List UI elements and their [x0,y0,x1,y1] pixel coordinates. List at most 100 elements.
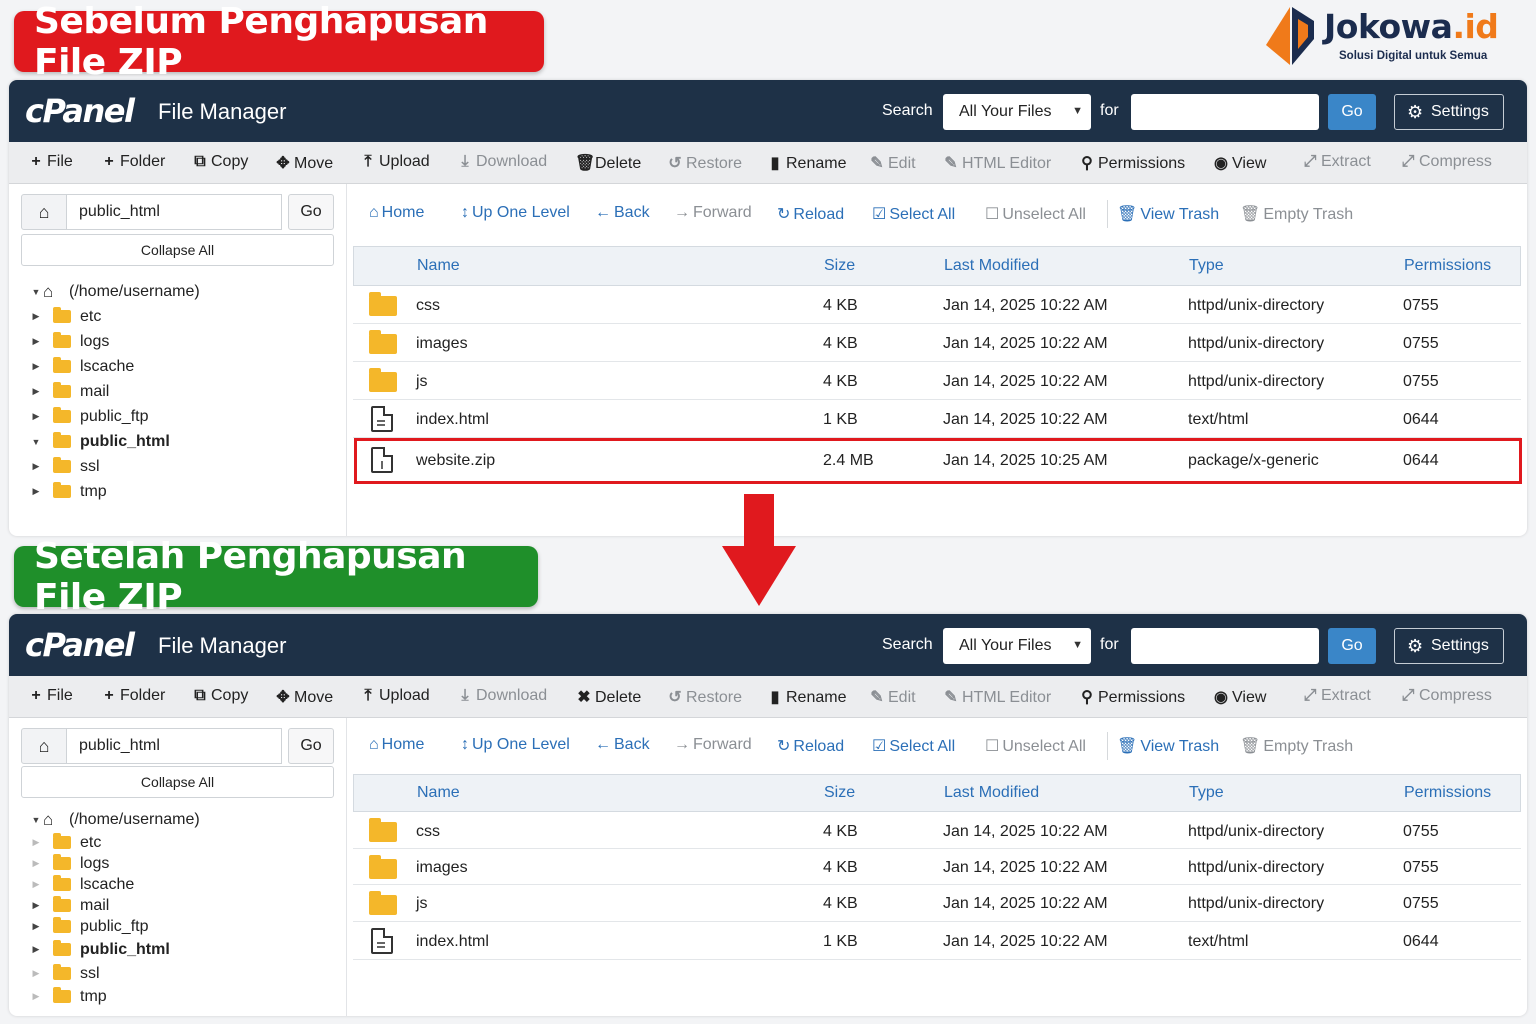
reload-button[interactable]: ↻ Reload [777,204,844,224]
forward-button[interactable]: → Forward [674,736,752,754]
search-go-button[interactable]: Go [1328,94,1376,130]
copy-button[interactable]: ⧉ Copy [191,687,248,705]
up-one-level-button[interactable]: ↕ Up One Level [461,736,570,754]
back-button[interactable]: ← Back [595,736,650,754]
table-row[interactable]: js 4 KB Jan 14, 2025 10:22 AM httpd/unix… [353,885,1521,922]
extract-button[interactable]: ⤢ Extract [1301,153,1371,171]
tree-item-ssl[interactable]: ▶ ssl [29,454,200,479]
column-permissions[interactable]: Permissions [1404,784,1491,802]
tree-item-etc[interactable]: ▶ etc [29,832,200,853]
select-all-button[interactable]: ☑ Select All [872,204,955,224]
permissions-button[interactable]: ⚲ Permissions [1078,153,1185,173]
column-last-modified[interactable]: Last Modified [944,784,1039,802]
home-icon[interactable]: ⌂ [21,194,67,230]
download-button[interactable]: ⤓ Download [456,687,547,705]
new-folder-button[interactable]: + Folder [100,153,165,171]
view-button[interactable]: ◉ View [1212,153,1266,173]
column-name[interactable]: Name [417,784,460,802]
new-file-button[interactable]: + File [27,153,72,171]
reload-button[interactable]: ↻ Reload [777,736,844,756]
restore-button[interactable]: ↺ Restore [666,687,742,707]
tree-item-public-ftp[interactable]: ▶ public_ftp [29,404,200,429]
settings-button[interactable]: ⚙ Settings [1394,628,1504,664]
tree-item-public-html[interactable]: ▼ public_html [29,429,200,454]
restore-button[interactable]: ↺ Restore [666,153,742,173]
table-row-highlighted[interactable]: website.zip 2.4 MB Jan 14, 2025 10:25 AM… [353,438,1522,484]
path-go-button[interactable]: Go [288,194,334,230]
upload-button[interactable]: ⤒ Upload [359,153,429,171]
move-button[interactable]: ✥ Move [274,153,333,173]
table-row[interactable]: js 4 KB Jan 14, 2025 10:22 AM httpd/unix… [353,362,1521,400]
download-button[interactable]: ⤓ Download [456,153,547,171]
edit-button[interactable]: ✎ Edit [868,153,915,173]
empty-trash-button[interactable]: 🗑 Empty Trash [1240,204,1353,224]
table-row[interactable]: images 4 KB Jan 14, 2025 10:22 AM httpd/… [353,324,1521,362]
move-button[interactable]: ✥ Move [274,687,333,707]
cpanel-logo[interactable]: cPanel [25,626,135,664]
tree-item-lscache[interactable]: ▶ lscache [29,354,200,379]
tree-item-etc[interactable]: ▶ etc [29,304,200,329]
search-go-button[interactable]: Go [1328,628,1376,664]
tree-item-logs[interactable]: ▶ logs [29,853,200,874]
forward-button[interactable]: → Forward [674,204,752,222]
unselect-all-button[interactable]: ☐ Unselect All [985,736,1086,756]
compress-button[interactable]: ⤢ Compress [1399,153,1492,171]
home-button[interactable]: ⌂ Home [369,204,424,222]
html-editor-button[interactable]: ✎ HTML Editor [942,153,1051,173]
column-last-modified[interactable]: Last Modified [944,257,1039,275]
rename-button[interactable]: ▮ Rename [766,153,847,173]
search-scope-select[interactable]: All Your Files ▼ [943,628,1091,664]
select-all-button[interactable]: ☑ Select All [872,736,955,756]
column-type[interactable]: Type [1189,784,1224,802]
table-row[interactable]: css 4 KB Jan 14, 2025 10:22 AM httpd/uni… [353,286,1521,324]
permissions-button[interactable]: ⚲ Permissions [1078,687,1185,707]
new-folder-button[interactable]: + Folder [100,687,165,705]
tree-root[interactable]: ▼ ⌂ (/home/username) [29,279,200,304]
copy-button[interactable]: ⧉ Copy [191,153,248,171]
html-editor-button[interactable]: ✎ HTML Editor [942,687,1051,707]
settings-button[interactable]: ⚙ Settings [1394,94,1504,130]
empty-trash-button[interactable]: 🗑 Empty Trash [1240,736,1353,756]
column-name[interactable]: Name [417,257,460,275]
view-trash-button[interactable]: 🗑 View Trash [1117,736,1219,756]
table-row[interactable]: index.html 1 KB Jan 14, 2025 10:22 AM te… [353,400,1521,438]
tree-item-public-ftp[interactable]: ▶ public_ftp [29,916,200,937]
tree-root[interactable]: ▼ ⌂ (/home/username) [29,807,200,832]
view-button[interactable]: ◉ View [1212,687,1266,707]
table-row[interactable]: css 4 KB Jan 14, 2025 10:22 AM httpd/uni… [353,812,1521,849]
table-row[interactable]: index.html 1 KB Jan 14, 2025 10:22 AM te… [353,922,1521,960]
upload-button[interactable]: ⤒ Upload [359,687,429,705]
extract-button[interactable]: ⤢ Extract [1301,687,1371,705]
compress-button[interactable]: ⤢ Compress [1399,687,1492,705]
tree-item-lscache[interactable]: ▶ lscache [29,874,200,895]
tree-item-mail[interactable]: ▶ mail [29,379,200,404]
search-scope-select[interactable]: All Your Files ▼ [943,94,1091,130]
delete-button[interactable]: ✖ Delete [575,687,641,707]
tree-item-logs[interactable]: ▶ logs [29,329,200,354]
column-type[interactable]: Type [1189,257,1224,275]
cpanel-logo[interactable]: cPanel [25,92,135,130]
home-icon[interactable]: ⌂ [21,728,67,764]
rename-button[interactable]: ▮ Rename [766,687,847,707]
table-row[interactable]: images 4 KB Jan 14, 2025 10:22 AM httpd/… [353,849,1521,885]
path-input[interactable]: public_html [66,194,282,230]
tree-item-mail[interactable]: ▶ mail [29,895,200,916]
tree-item-tmp[interactable]: ▶ tmp [29,985,200,1008]
path-go-button[interactable]: Go [288,728,334,764]
unselect-all-button[interactable]: ☐ Unselect All [985,204,1086,224]
edit-button[interactable]: ✎ Edit [868,687,915,707]
new-file-button[interactable]: + File [27,687,72,705]
path-input[interactable]: public_html [66,728,282,764]
tree-item-ssl[interactable]: ▶ ssl [29,962,200,985]
view-trash-button[interactable]: 🗑 View Trash [1117,204,1219,224]
search-input[interactable] [1131,628,1319,664]
column-size[interactable]: Size [824,257,855,275]
search-input[interactable] [1131,94,1319,130]
collapse-all-button[interactable]: Collapse All [21,234,334,266]
delete-button[interactable]: 🗑Delete [575,153,641,173]
tree-item-public-html[interactable]: ▶ public_html [29,937,200,962]
back-button[interactable]: ← Back [595,204,650,222]
home-button[interactable]: ⌂ Home [369,736,424,754]
collapse-all-button[interactable]: Collapse All [21,766,334,798]
column-size[interactable]: Size [824,784,855,802]
